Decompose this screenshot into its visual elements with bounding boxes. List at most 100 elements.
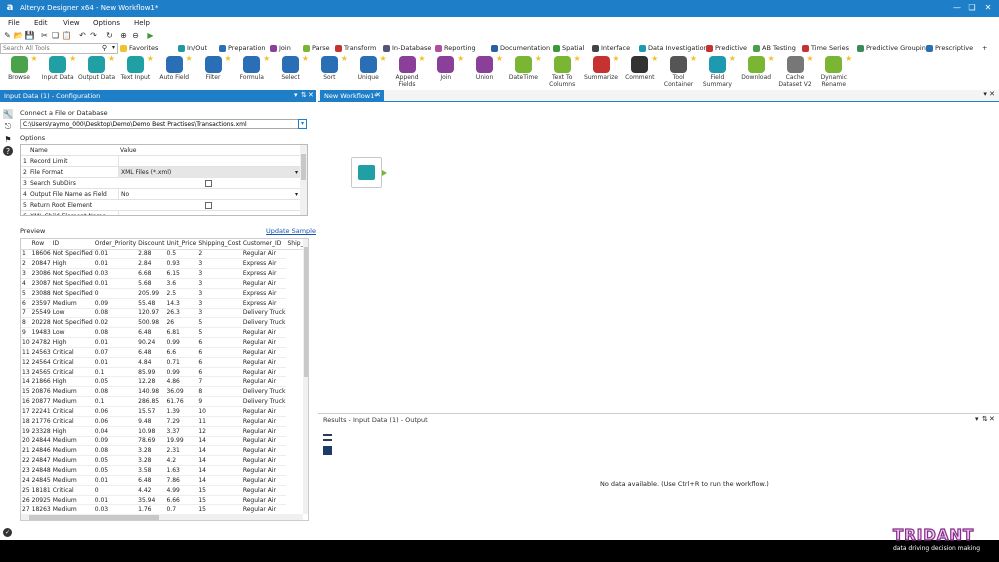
tab-reporting[interactable]: Reporting: [435, 44, 476, 52]
maximize-button[interactable]: ❏: [965, 2, 979, 14]
output-file-name-as-field-value[interactable]: No ▾: [118, 189, 300, 200]
column-header-unit-price[interactable]: Unit_Price: [165, 239, 198, 250]
tab-predictive-grouping[interactable]: Predictive Grouping: [857, 44, 930, 52]
column-header-id[interactable]: ID: [51, 239, 94, 250]
cut-icon[interactable]: ✂: [40, 31, 49, 40]
table-row[interactable]: 17 22241 Critical 0.06 15.57 1.39 10 Regular Ai…: [21, 406, 308, 417]
tool-text-input[interactable]: ★ Text Input: [116, 54, 154, 89]
output-anchor-icon[interactable]: [382, 170, 387, 176]
table-row[interactable]: 14 21866 High 0.05 12.28 4.86 7 Regular Air: [21, 376, 308, 388]
column-header-discount[interactable]: Discount: [137, 239, 166, 250]
table-row[interactable]: 19 23328 High 0.04 10.98 3.37 12 Regular Air: [21, 426, 308, 437]
undo-icon[interactable]: ↶: [78, 31, 87, 40]
annotation-tag-icon[interactable]: ⚑: [3, 134, 13, 144]
tool-field-summary[interactable]: ★ Field Summary: [698, 54, 736, 89]
redo-icon[interactable]: ↷: [89, 31, 98, 40]
tab-favorites[interactable]: Favorites: [120, 44, 158, 52]
tool-comment[interactable]: ★ Comment: [621, 54, 659, 89]
file-format-value[interactable]: XML Files (*.xml) ▾: [118, 167, 300, 178]
table-row[interactable]: 18 21776 Critical 0.06 9.48 7.29 11 Regular Air: [21, 416, 308, 427]
tool-tool-container[interactable]: ★ Tool Container: [660, 54, 698, 89]
refresh-icon[interactable]: ↻: [105, 31, 114, 40]
tool-unique[interactable]: ★ Unique: [349, 54, 387, 89]
table-row[interactable]: 12 24564 Critical 0.01 4.84 0.71 6 Regular Air: [21, 357, 308, 368]
zoom-in-icon[interactable]: ⊕: [119, 31, 128, 40]
table-row[interactable]: 25 18181 Critical 0 4.42 4.99 15 Regular Air: [21, 485, 308, 496]
menu-options[interactable]: Options: [93, 19, 120, 27]
tool-formula[interactable]: ★ Formula: [233, 54, 271, 89]
record-limit-value[interactable]: [118, 156, 300, 167]
table-row[interactable]: 2 20847 High 0.01 2.84 0.93 3 Express Air: [21, 258, 308, 270]
tool-dynamic-rename[interactable]: ★ Dynamic Rename: [815, 54, 853, 89]
close-tab-icon[interactable]: ✕: [375, 91, 381, 99]
tab-ab-testing[interactable]: AB Testing: [753, 44, 796, 52]
table-row[interactable]: 1 18606 Not Specified 0.01 2.88 0.5 2 Regular A…: [21, 249, 308, 260]
table-row[interactable]: 5 23088 Not Specified 0 205.99 2.5 3 Express Ai…: [21, 288, 308, 299]
new-workflow-icon[interactable]: ✎: [3, 31, 12, 40]
table-row[interactable]: 24 24845 Medium 0.01 6.48 7.86 14 Regular Air: [21, 475, 308, 486]
column-header-order-priority[interactable]: Order_Priority: [93, 239, 138, 250]
table-row[interactable]: 10 24782 High 0.01 90.24 0.99 6 Regular Air: [21, 337, 308, 348]
table-row[interactable]: 6 23597 Medium 0.09 55.48 14.3 3 Express Air: [21, 298, 308, 309]
tab-spatial[interactable]: Spatial: [553, 44, 584, 52]
table-row[interactable]: 13 24565 Critical 0.1 85.99 0.99 6 Regular Air: [21, 367, 308, 378]
table-row[interactable]: 21 24846 Medium 0.08 3.28 2.31 14 Regular Air: [21, 445, 308, 457]
tool-output-data[interactable]: ★ Output Data: [78, 54, 116, 89]
menu-edit[interactable]: Edit: [34, 19, 48, 27]
output-anchor-select-icon[interactable]: [323, 446, 332, 455]
tool-browse[interactable]: ★ Browse: [0, 54, 38, 89]
table-row[interactable]: 9 19483 Low 0.08 6.48 6.81 5 Regular Air: [21, 327, 308, 339]
tab-in-database[interactable]: In-Database: [383, 44, 431, 52]
table-row[interactable]: 7 25549 Low 0.08 120.97 26.3 3 Delivery Truck: [21, 308, 308, 319]
tool-select[interactable]: ★ Select: [272, 54, 310, 89]
workflow-tab-controls[interactable]: ▾ ✕: [983, 90, 995, 98]
table-row[interactable]: 11 24563 Critical 0.07 6.48 6.6 6 Regular Air: [21, 347, 308, 358]
file-path-input[interactable]: [21, 120, 291, 129]
tool-join[interactable]: ★ Join: [427, 54, 465, 89]
preview-horizontal-scrollbar[interactable]: [21, 514, 303, 520]
tool-text-to-columns[interactable]: ★ Text To Columns: [543, 54, 581, 89]
tool-union[interactable]: ★ Union: [466, 54, 504, 89]
tab-in-out[interactable]: In/Out: [178, 44, 207, 52]
column-header-shipping-cost[interactable]: Shipping_Cost: [197, 239, 242, 250]
help-icon[interactable]: ?: [3, 146, 13, 156]
tool-summarize[interactable]: ★ Summarize: [582, 54, 620, 89]
tab-parse[interactable]: Parse: [303, 44, 330, 52]
file-browse-dropdown-button[interactable]: ▾: [298, 119, 307, 129]
results-pin-icon[interactable]: ⇅: [982, 415, 988, 423]
search-subdirs-checkbox[interactable]: [205, 180, 212, 187]
list-view-icon[interactable]: [323, 434, 332, 441]
tab-prescriptive[interactable]: Prescriptive: [926, 44, 973, 52]
menu-file[interactable]: File: [8, 19, 20, 27]
panel-menu-icon[interactable]: ▾: [294, 91, 298, 99]
search-input[interactable]: [3, 44, 99, 53]
tool-filter[interactable]: ★ Filter: [194, 54, 232, 89]
search-icon[interactable]: ⚲: [102, 44, 107, 52]
tab-new-workflow[interactable]: New Workflow1* ✕: [320, 90, 384, 102]
return-root-element-checkbox[interactable]: [205, 202, 212, 209]
table-row[interactable]: 8 20228 Not Specified 0.02 500.98 26 5 Delivery…: [21, 317, 308, 329]
close-panel-icon[interactable]: ✕: [308, 91, 314, 99]
pin-icon[interactable]: ⇅: [301, 91, 307, 99]
configuration-icon[interactable]: 🔧: [3, 109, 13, 119]
zoom-out-icon[interactable]: ⊖: [131, 31, 140, 40]
tool-cache-dataset-v2[interactable]: ★ Cache Dataset V2: [776, 54, 814, 89]
column-header-customer-id[interactable]: Customer_ID: [241, 239, 287, 250]
menu-view[interactable]: View: [63, 19, 80, 27]
save-icon[interactable]: 💾: [25, 31, 35, 40]
table-row[interactable]: 4 23087 Not Specified 0.01 5.68 3.6 3 Regular A…: [21, 278, 308, 289]
close-button[interactable]: ✕: [981, 2, 995, 14]
tab-join[interactable]: Join: [270, 44, 291, 52]
menu-help[interactable]: Help: [134, 19, 150, 27]
table-row[interactable]: 26 20925 Medium 0.01 35.94 6.66 15 Regular Air: [21, 495, 308, 506]
tab-time-series[interactable]: Time Series: [802, 44, 849, 52]
tool-auto-field[interactable]: ★ Auto Field: [155, 54, 193, 89]
tool-download[interactable]: ★ Download: [737, 54, 775, 89]
tool-sort[interactable]: ★ Sort: [310, 54, 348, 89]
workflow-canvas[interactable]: [318, 103, 999, 410]
tool-append-fields[interactable]: ★ Append Fields: [388, 54, 426, 89]
table-row[interactable]: 3 23086 Not Specified 0.03 6.68 6.15 3 Express …: [21, 268, 308, 280]
table-row[interactable]: 22 24847 Medium 0.05 3.28 4.2 14 Regular Air: [21, 455, 308, 467]
options-scrollbar[interactable]: [300, 145, 307, 215]
tab-documentation[interactable]: Documentation: [491, 44, 550, 52]
